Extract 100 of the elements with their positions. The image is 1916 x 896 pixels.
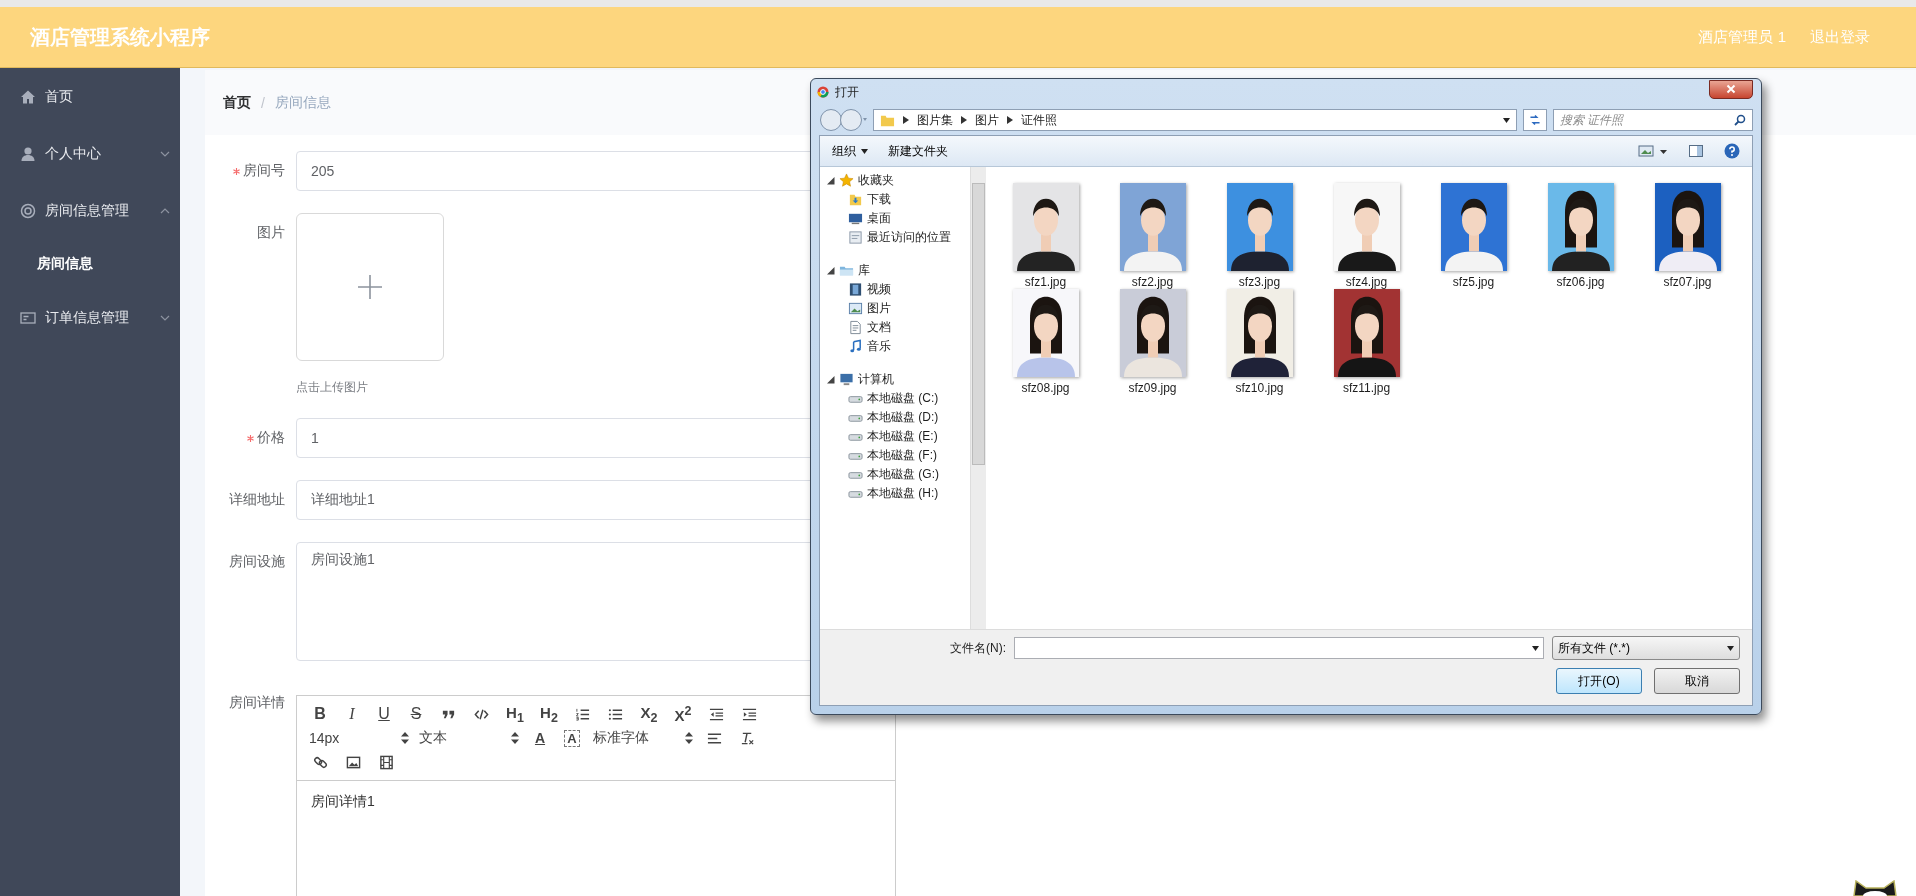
file-item[interactable]: sfz08.jpg <box>992 289 1099 395</box>
nav-item[interactable]: 下载 <box>826 190 970 209</box>
nav-group[interactable]: 计算机 <box>826 370 970 389</box>
file-item[interactable]: sfz07.jpg <box>1634 183 1741 289</box>
bullet-list-icon[interactable] <box>608 706 623 722</box>
close-icon <box>1726 84 1736 94</box>
path-segment[interactable]: 图片 <box>975 111 999 129</box>
italic-button[interactable]: I <box>341 705 363 723</box>
lifebuoy-icon <box>20 202 36 219</box>
nav-group[interactable]: 库 <box>826 261 970 280</box>
heading-button[interactable]: H$_{1}$ <box>503 703 527 725</box>
sidebar-item[interactable]: 个人中心 <box>0 125 180 182</box>
refresh-icon[interactable] <box>1523 109 1547 131</box>
field-label: 房间设施 <box>229 553 285 571</box>
caret-icon <box>861 148 868 154</box>
computer-icon <box>839 372 854 387</box>
breadcrumb-item: 房间信息 <box>274 93 331 112</box>
file-item[interactable]: sfz5.jpg <box>1420 183 1527 289</box>
expanded-icon[interactable] <box>826 266 835 275</box>
chevron-right-icon <box>903 116 909 124</box>
dropdown-arrow-icon[interactable] <box>1503 117 1510 123</box>
sidebar-subitem[interactable]: 房间信息 <box>0 239 180 289</box>
nav-item[interactable]: 桌面 <box>826 209 970 228</box>
dropdown[interactable]: 14px <box>309 730 409 746</box>
file-item[interactable]: sfz10.jpg <box>1206 289 1313 395</box>
script-button[interactable]: X$^{2}$ <box>671 704 695 724</box>
field-label: 详细地址 <box>229 491 285 509</box>
help-icon[interactable] <box>1724 143 1740 159</box>
file-item[interactable]: sfz2.jpg <box>1099 183 1206 289</box>
chevron-right-icon <box>1007 116 1013 124</box>
home-icon <box>20 88 36 105</box>
dropdown[interactable]: 文本 <box>419 729 519 747</box>
dialog-title: 打开 <box>835 83 860 101</box>
recent-places-icon <box>848 230 863 245</box>
nav-item[interactable]: 音乐 <box>826 337 970 356</box>
breadcrumb-item[interactable]: 首页 <box>223 93 251 112</box>
file-item[interactable]: sfz06.jpg <box>1527 183 1634 289</box>
music-icon <box>848 339 863 354</box>
script-button[interactable]: X$_{2}$ <box>637 703 661 725</box>
scrollbar[interactable] <box>970 167 986 629</box>
path-segment[interactable]: 图片集 <box>917 111 953 129</box>
path-segment[interactable]: 证件照 <box>1021 111 1057 129</box>
search-field[interactable]: 搜索 证件照 <box>1553 109 1753 131</box>
file-item[interactable]: sfz11.jpg <box>1313 289 1420 395</box>
highlight-button[interactable]: A <box>565 730 579 746</box>
nav-item[interactable]: 文档 <box>826 318 970 337</box>
view-options-icon[interactable] <box>1638 143 1668 159</box>
underline-button[interactable]: U <box>373 705 395 723</box>
ordered-list-icon[interactable] <box>575 706 590 722</box>
sidebar-item[interactable]: 订单信息管理 <box>0 289 180 346</box>
chevron-right-icon <box>961 116 967 124</box>
clear-format-icon[interactable] <box>740 730 755 746</box>
download-folder-icon <box>848 192 863 207</box>
cancel-button[interactable]: 取消 <box>1654 668 1740 694</box>
image-icon[interactable] <box>346 754 361 770</box>
text-color-button[interactable]: A <box>529 730 551 746</box>
heading-button[interactable]: H$_{2}$ <box>537 703 561 725</box>
open-button[interactable]: 打开(O) <box>1556 668 1642 694</box>
filename-field[interactable] <box>1014 637 1544 659</box>
file-item[interactable]: sfz09.jpg <box>1099 289 1206 395</box>
star-icon <box>839 173 854 188</box>
link-icon[interactable] <box>313 754 328 770</box>
app-title: 酒店管理系统小程序 <box>30 24 210 50</box>
dropdown-arrow-icon <box>1727 645 1734 651</box>
nav-item[interactable]: 图片 <box>826 299 970 318</box>
file-item[interactable]: sfz3.jpg <box>1206 183 1313 289</box>
user-icon <box>20 145 36 162</box>
expanded-icon[interactable] <box>826 375 835 384</box>
indent-icon[interactable] <box>742 706 757 722</box>
updown-icon <box>401 732 409 744</box>
outdent-icon[interactable] <box>709 706 724 722</box>
expanded-icon[interactable] <box>826 176 835 185</box>
preview-pane-icon[interactable] <box>1688 143 1704 159</box>
sidebar-item[interactable]: 房间信息管理 <box>0 182 180 239</box>
browser-icon <box>817 86 829 98</box>
strike-button[interactable]: S <box>405 705 427 723</box>
bold-button[interactable]: B <box>309 705 331 723</box>
field-label: 价格 <box>257 429 285 447</box>
user-name: 酒店管理员 1 <box>1698 27 1786 47</box>
breadcrumb-separator: / <box>261 94 265 111</box>
film-icon[interactable] <box>379 754 394 770</box>
updown-icon <box>511 732 519 744</box>
address-bar[interactable]: 图片集 图片 证件照 <box>873 109 1517 131</box>
sidebar-item[interactable]: 首页 <box>0 68 180 125</box>
close-button[interactable] <box>1709 79 1753 99</box>
monitor-icon <box>848 211 863 226</box>
nav-item[interactable]: 最近访问的位置 <box>826 228 970 247</box>
nav-item[interactable]: 视频 <box>826 280 970 299</box>
nav-item[interactable]: 本地磁盘 (C:) <box>826 389 970 408</box>
editor-text: 房间详情1 <box>310 792 376 811</box>
file-item[interactable]: sfz1.jpg <box>992 183 1099 289</box>
dropdown[interactable]: 标准字体 <box>593 729 693 747</box>
document-icon <box>848 320 863 335</box>
plus-icon <box>357 274 383 300</box>
file-type-select[interactable]: 所有文件 (*.*) <box>1552 636 1740 660</box>
film-icon <box>848 282 863 297</box>
file-item[interactable]: sfz4.jpg <box>1313 183 1420 289</box>
picture-icon <box>848 301 863 316</box>
field-label: 图片 <box>257 224 285 242</box>
search-icon <box>1734 114 1746 126</box>
